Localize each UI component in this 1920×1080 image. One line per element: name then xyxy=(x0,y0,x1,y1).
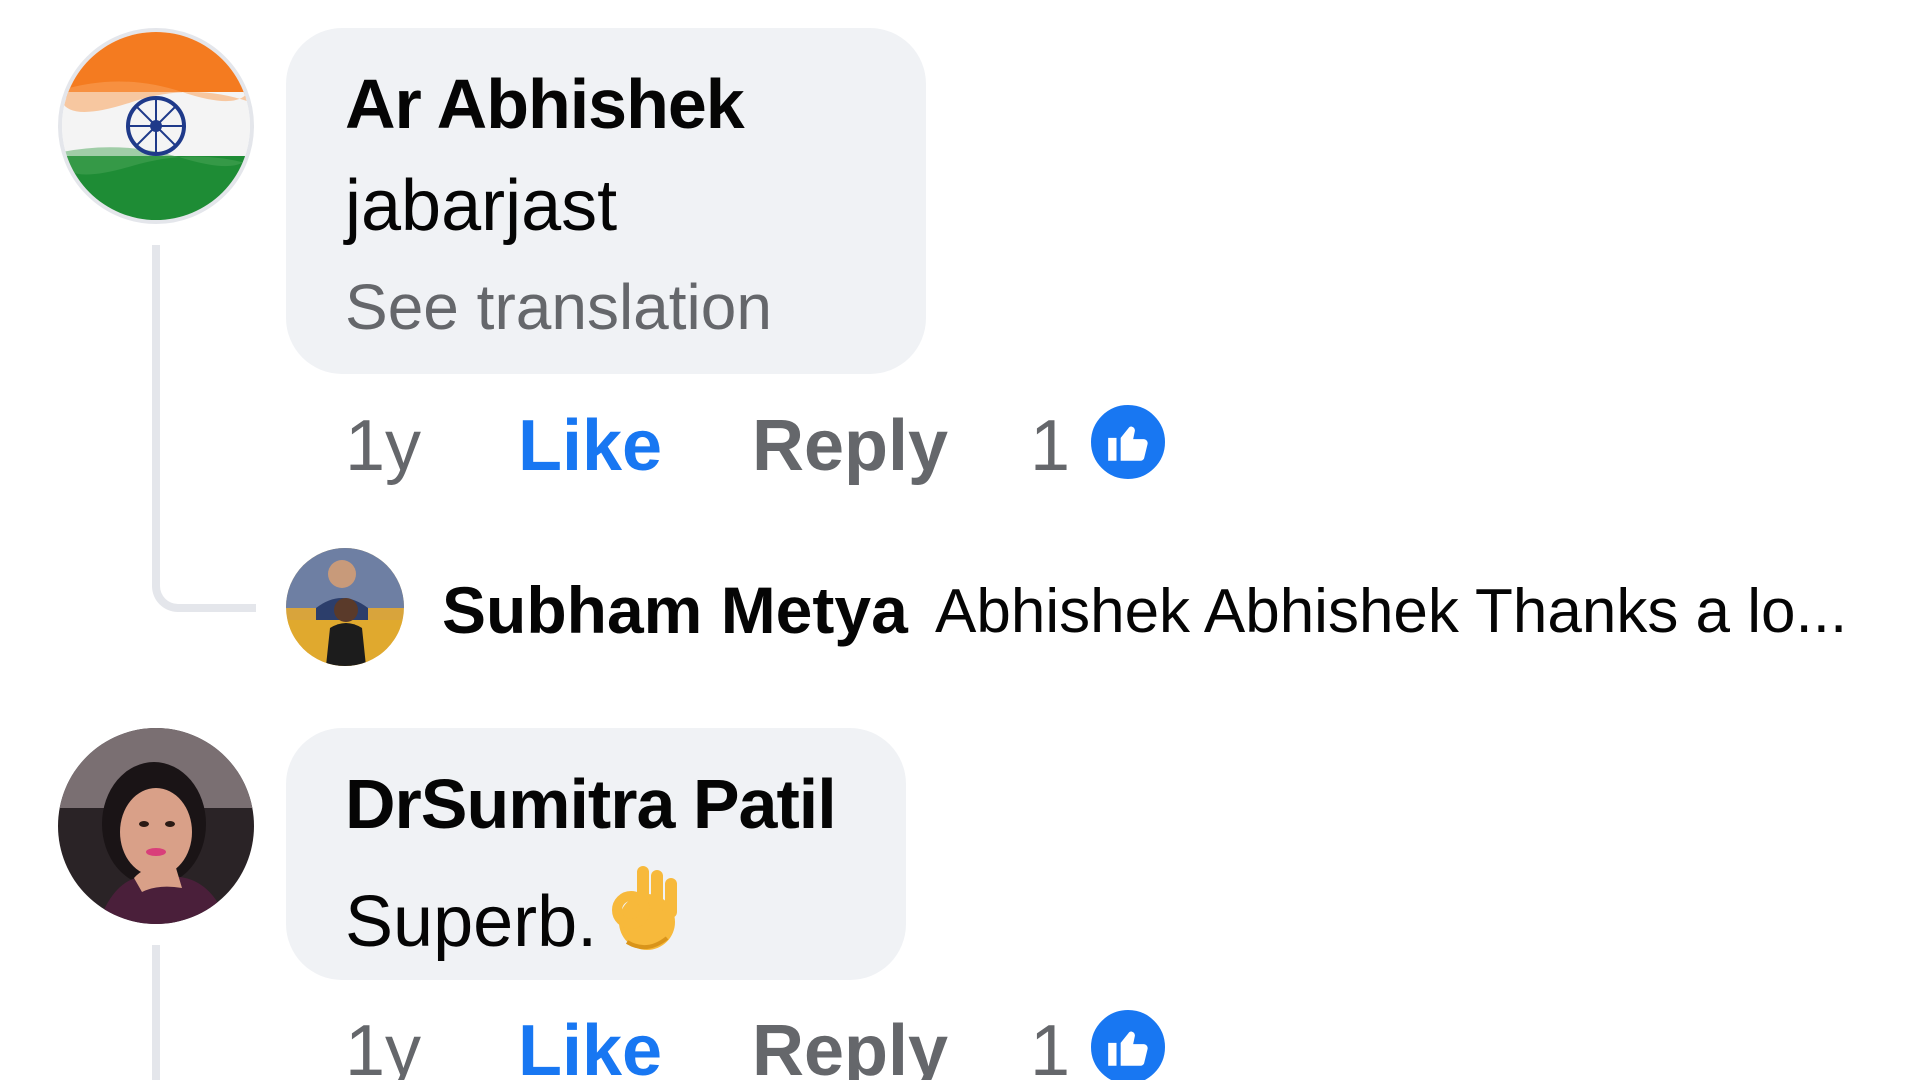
avatar[interactable] xyxy=(58,728,254,924)
reply-snippet[interactable]: Abhishek Abhishek Thanks a lo... xyxy=(935,576,1847,647)
thread-connector-line xyxy=(152,245,256,612)
profile-photo-icon xyxy=(58,728,254,924)
avatar[interactable] xyxy=(58,28,254,224)
comment-text-value: Superb. xyxy=(345,882,598,962)
comment-text: Superb. xyxy=(345,862,687,971)
comment-timestamp[interactable]: 1y xyxy=(345,405,421,487)
profile-photo-icon xyxy=(286,548,404,666)
comment-author[interactable]: DrSumitra Patil xyxy=(345,764,837,844)
ok-hand-emoji xyxy=(607,862,687,971)
see-translation-link[interactable]: See translation xyxy=(345,270,772,344)
thumbs-up-icon[interactable] xyxy=(1088,1007,1168,1080)
reply-button[interactable]: Reply xyxy=(752,405,948,487)
like-button[interactable]: Like xyxy=(518,1010,662,1080)
thumbs-up-icon[interactable] xyxy=(1088,402,1168,482)
comment-thread: Ar Abhishek jabarjast See translation 1y… xyxy=(0,0,1920,1080)
comment-text: jabarjast xyxy=(345,166,618,246)
india-flag-icon xyxy=(62,32,250,220)
reply-avatar[interactable] xyxy=(286,548,404,666)
comment-author[interactable]: Ar Abhishek xyxy=(345,64,745,144)
comment-timestamp[interactable]: 1y xyxy=(345,1010,421,1080)
reaction-count[interactable]: 1 xyxy=(1030,1010,1070,1080)
thread-line xyxy=(152,945,160,1080)
reply-author[interactable]: Subham Metya xyxy=(442,572,908,648)
like-button[interactable]: Like xyxy=(518,405,662,487)
reaction-count[interactable]: 1 xyxy=(1030,405,1070,487)
reply-button[interactable]: Reply xyxy=(752,1010,948,1080)
